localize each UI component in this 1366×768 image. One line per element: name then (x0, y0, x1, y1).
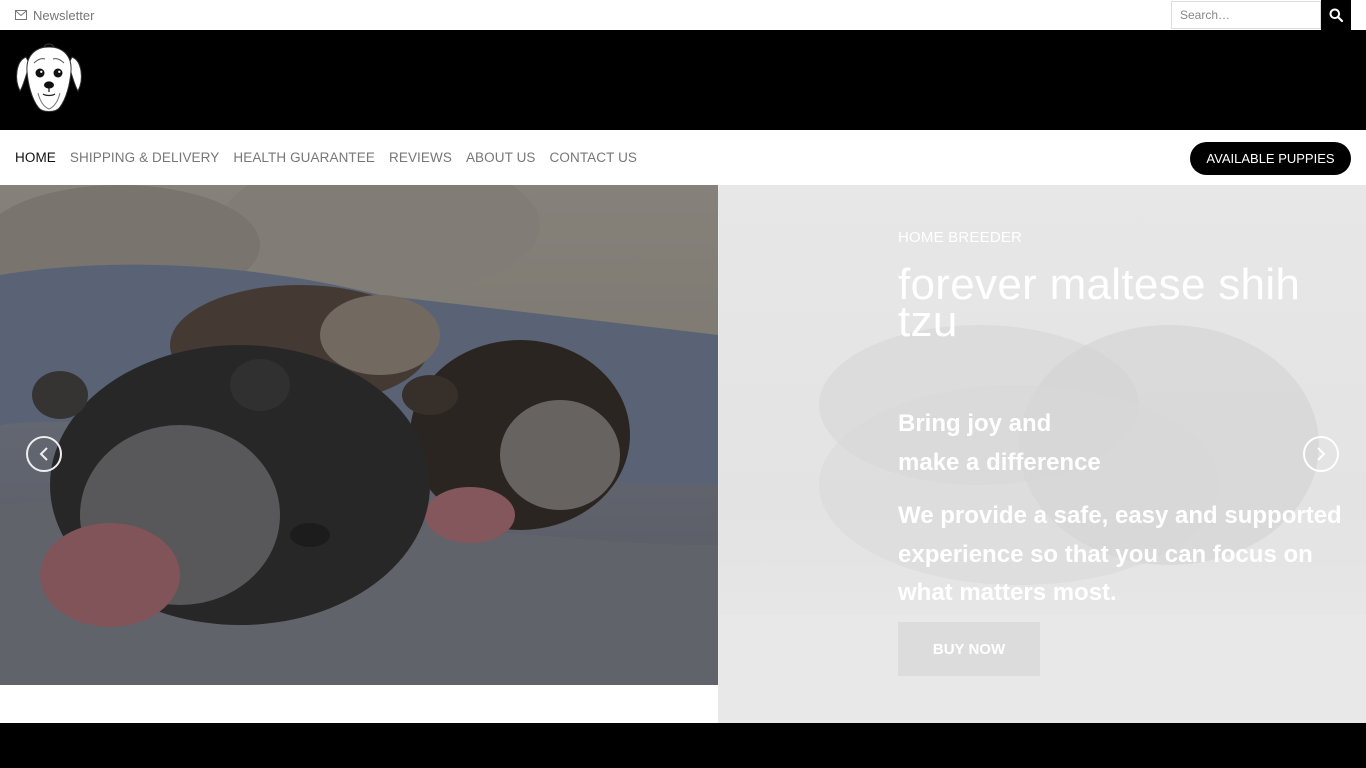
nav-item-home[interactable]: HOME (15, 150, 56, 165)
available-puppies-button[interactable]: AVAILABLE PUPPIES (1190, 142, 1351, 175)
hero-description: We provide a safe, easy and supported ex… (898, 502, 1342, 606)
slider-prev-button[interactable] (26, 436, 62, 472)
slider-next-button[interactable] (1303, 436, 1339, 472)
shih-tzu-logo[interactable] (14, 43, 84, 115)
site-header (0, 30, 1366, 130)
chevron-right-icon (1317, 447, 1326, 461)
nav-item-reviews[interactable]: REVIEWS (389, 150, 452, 165)
buy-now-button[interactable]: BUY NOW (898, 622, 1040, 676)
chevron-left-icon (39, 447, 48, 461)
hero-subtitle-line2: make a difference (898, 449, 1101, 476)
nav-menu: HOME SHIPPING & DELIVERY HEALTH GUARANTE… (15, 130, 651, 185)
top-bar: Newsletter (0, 0, 1366, 30)
puppies-photo (0, 185, 718, 685)
hero-subtitle-line1: Bring joy and (898, 410, 1052, 437)
envelope-icon (15, 10, 27, 20)
newsletter-link[interactable]: Newsletter (15, 0, 94, 30)
nav-item-contact-us[interactable]: CONTACT US (550, 150, 638, 165)
main-navigation: HOME SHIPPING & DELIVERY HEALTH GUARANTE… (0, 130, 1366, 185)
nav-item-health-guarantee[interactable]: HEALTH GUARANTEE (233, 150, 375, 165)
footer-band (0, 723, 1366, 768)
search-input[interactable] (1171, 1, 1321, 29)
newsletter-label: Newsletter (33, 7, 95, 23)
nav-item-about-us[interactable]: ABOUT US (466, 150, 536, 165)
hero-title: forever maltese shih tzu (898, 260, 1301, 346)
hero-eyebrow: HOME BREEDER (898, 229, 1023, 246)
search-icon (1329, 8, 1343, 22)
nav-item-shipping-delivery[interactable]: SHIPPING & DELIVERY (70, 150, 219, 165)
search-button[interactable] (1321, 0, 1351, 30)
